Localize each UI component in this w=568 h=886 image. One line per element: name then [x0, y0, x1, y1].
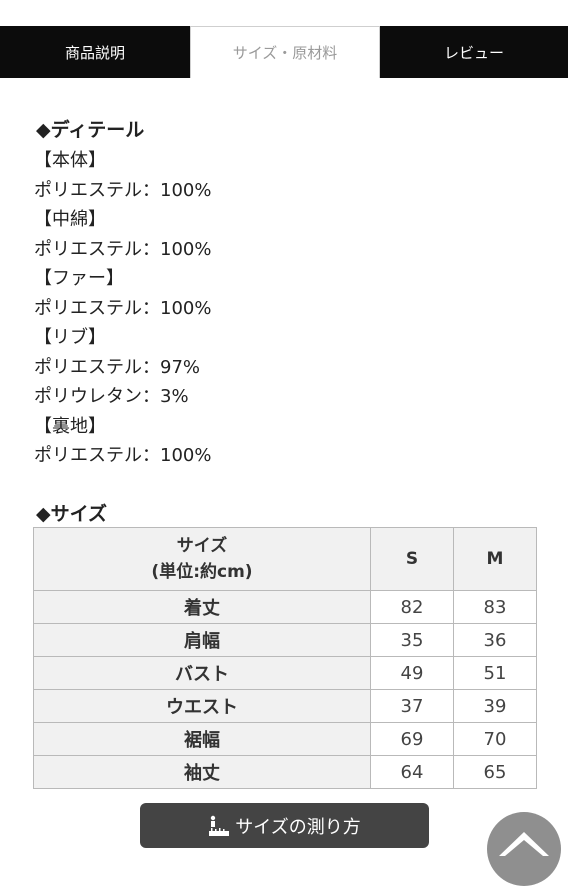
- table-row: 裾幅 69 70: [33, 722, 537, 756]
- table-cell: 83: [453, 590, 537, 624]
- table-row: ウエスト 37 39: [33, 689, 537, 723]
- table-cell: 39: [453, 689, 537, 723]
- table-row: 袖丈 64 65: [33, 755, 537, 789]
- size-heading: ◆サイズ: [36, 503, 108, 525]
- chevron-up-icon: [499, 832, 549, 856]
- details-heading: ◆ディテール: [36, 119, 145, 141]
- table-cell: 35: [370, 623, 454, 657]
- column-header-m: M: [453, 527, 537, 591]
- table-row: 着丈 82 83: [33, 590, 537, 624]
- size-header-unit: (単位:約cm): [151, 562, 253, 582]
- row-label: 袖丈: [33, 755, 371, 789]
- detail-line: ポリエステル：100%: [34, 445, 212, 466]
- detail-line: 【中綿】: [34, 209, 106, 230]
- row-label: 着丈: [33, 590, 371, 624]
- detail-line: ポリウレタン：3%: [34, 386, 189, 407]
- size-table: サイズ (単位:約cm) S M 着丈 82 83 肩幅 35 36 バスト 4…: [33, 527, 537, 789]
- size-guide-button[interactable]: サイズの測り方: [140, 803, 429, 848]
- table-header-row: サイズ (単位:約cm) S M: [33, 527, 537, 591]
- table-cell: 69: [370, 722, 454, 756]
- detail-line: 【裏地】: [34, 416, 106, 437]
- size-header-cell: サイズ (単位:約cm): [33, 527, 371, 591]
- row-label: 肩幅: [33, 623, 371, 657]
- size-header-label: サイズ: [176, 536, 228, 556]
- scroll-top-button[interactable]: [487, 812, 561, 886]
- size-guide-label: サイズの測り方: [235, 816, 361, 838]
- table-row: バスト 49 51: [33, 656, 537, 690]
- table-cell: 82: [370, 590, 454, 624]
- row-label: バスト: [33, 656, 371, 690]
- tab-bar: 商品説明 サイズ・原材料 レビュー: [0, 26, 568, 78]
- table-cell: 64: [370, 755, 454, 789]
- table-row: 肩幅 35 36: [33, 623, 537, 657]
- tab-size-materials[interactable]: サイズ・原材料: [190, 26, 380, 78]
- detail-line: 【本体】: [34, 150, 106, 171]
- tab-reviews[interactable]: レビュー: [380, 26, 568, 78]
- row-label: ウエスト: [33, 689, 371, 723]
- detail-line: ポリエステル：100%: [34, 180, 212, 201]
- detail-line: 【ファー】: [34, 268, 124, 289]
- detail-line: ポリエステル：100%: [34, 239, 212, 260]
- table-cell: 37: [370, 689, 454, 723]
- row-label: 裾幅: [33, 722, 371, 756]
- table-cell: 65: [453, 755, 537, 789]
- table-cell: 49: [370, 656, 454, 690]
- detail-line: 【リブ】: [34, 327, 106, 348]
- tab-product-description[interactable]: 商品説明: [0, 26, 190, 78]
- table-cell: 51: [453, 656, 537, 690]
- detail-line: ポリエステル：100%: [34, 298, 212, 319]
- column-header-s: S: [370, 527, 454, 591]
- table-cell: 36: [453, 623, 537, 657]
- detail-line: ポリエステル：97%: [34, 357, 201, 378]
- table-cell: 70: [453, 722, 537, 756]
- ruler-figure-icon: [209, 815, 230, 836]
